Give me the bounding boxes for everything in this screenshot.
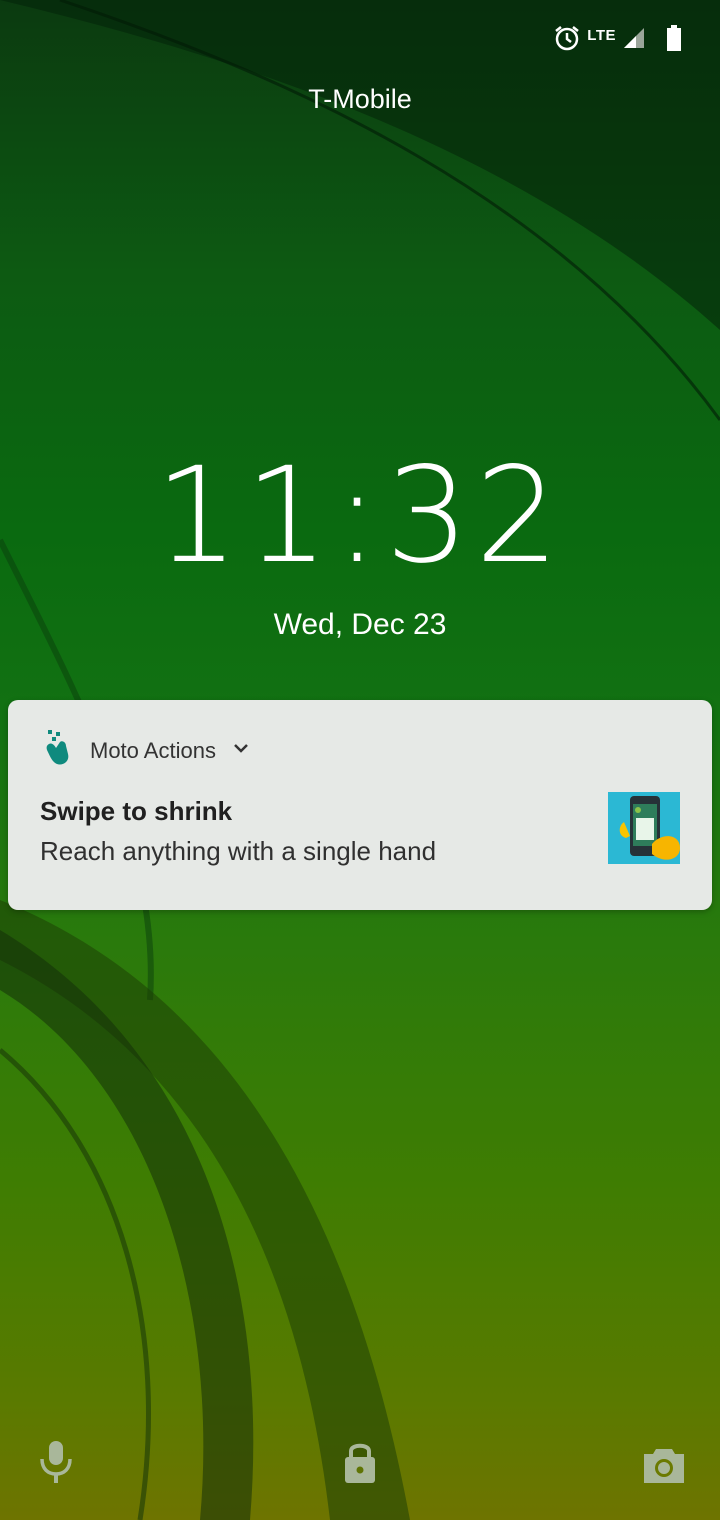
notification-app-name: Moto Actions [90, 737, 216, 763]
microphone-icon[interactable] [38, 1439, 74, 1490]
lockscreen-clock: 11:32 [154, 439, 566, 593]
notification-header[interactable]: Moto Actions [44, 730, 250, 771]
notification-thumbnail [608, 792, 680, 864]
notification-title: Swipe to shrink [40, 796, 233, 826]
moto-actions-icon [44, 730, 74, 771]
chevron-down-icon[interactable] [232, 741, 250, 760]
lock-icon[interactable] [342, 1439, 378, 1490]
status-icons: LTE [553, 24, 682, 57]
battery-icon [666, 25, 682, 56]
carrier-name: T-Mobile [308, 84, 412, 114]
network-type-label: LTE [587, 27, 616, 44]
lockscreen-date: Wed, Dec 23 [273, 608, 447, 641]
camera-icon[interactable] [642, 1445, 686, 1490]
status-bar: LTE [0, 0, 720, 80]
notification-card[interactable]: Moto Actions Swipe to shrink Reach anyth… [8, 700, 712, 910]
signal-icon [622, 26, 646, 55]
notification-text: Reach anything with a single hand [40, 836, 437, 866]
alarm-icon [553, 24, 581, 57]
